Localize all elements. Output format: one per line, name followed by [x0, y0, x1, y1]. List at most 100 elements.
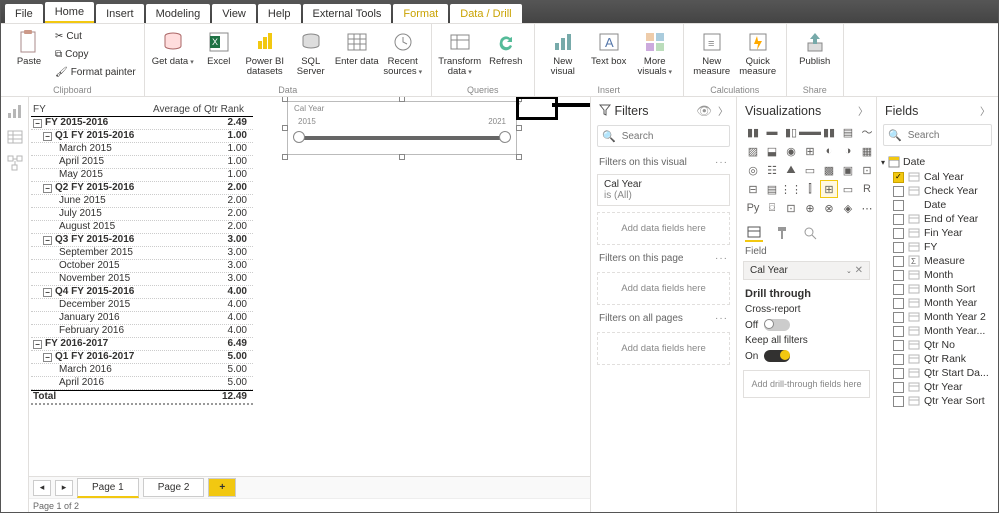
- more-visuals-button[interactable]: More visuals▾: [633, 26, 677, 78]
- matrix-row[interactable]: −FY 2016-20176.49: [31, 338, 253, 351]
- viz-type-icon[interactable]: ▤: [840, 124, 856, 140]
- field-checkbox[interactable]: [893, 382, 904, 393]
- menu-file[interactable]: File: [5, 4, 43, 23]
- page-tab-2[interactable]: Page 2: [143, 478, 205, 497]
- report-view-icon[interactable]: [7, 103, 23, 119]
- enter-data-button[interactable]: Enter data: [335, 26, 379, 67]
- matrix-row[interactable]: July 20152.00: [31, 208, 253, 221]
- paste-button[interactable]: Paste: [7, 26, 51, 67]
- matrix-visual[interactable]: FYAverage of Qtr Rank −FY 2015-20162.49−…: [31, 103, 253, 405]
- field-item[interactable]: Qtr Year: [881, 380, 994, 394]
- new-visual-button[interactable]: New visual: [541, 26, 585, 77]
- eye-icon[interactable]: 👁: [696, 104, 712, 118]
- viz-type-icon[interactable]: ▭: [840, 181, 856, 197]
- viz-type-icon[interactable]: ⋯: [859, 200, 875, 216]
- matrix-row[interactable]: November 20153.00: [31, 273, 253, 286]
- viz-type-icon[interactable]: ⬓: [764, 143, 780, 159]
- field-checkbox[interactable]: [893, 270, 904, 281]
- field-item[interactable]: Month Sort: [881, 282, 994, 296]
- viz-type-icon[interactable]: ⌼: [764, 200, 780, 216]
- field-checkbox[interactable]: [893, 284, 904, 295]
- more-icon[interactable]: ···: [715, 313, 728, 324]
- refresh-button[interactable]: Refresh: [484, 26, 528, 67]
- menu-external-tools[interactable]: External Tools: [303, 4, 392, 23]
- viz-type-icon[interactable]: R: [859, 181, 875, 197]
- drill-through-drop[interactable]: Add drill-through fields here: [743, 370, 870, 398]
- viz-type-icon[interactable]: ⊞: [821, 181, 837, 197]
- viz-type-icon[interactable]: Py: [745, 200, 761, 216]
- slicer-thumb-max[interactable]: [499, 131, 511, 143]
- matrix-row[interactable]: −Q3 FY 2015-20163.00: [31, 234, 253, 247]
- field-checkbox[interactable]: [893, 396, 904, 407]
- field-checkbox[interactable]: [893, 186, 904, 197]
- matrix-row[interactable]: April 20151.00: [31, 156, 253, 169]
- recent-sources-button[interactable]: Recent sources▾: [381, 26, 425, 78]
- fields-tab-icon[interactable]: [745, 224, 763, 242]
- quick-measure-button[interactable]: Quick measure: [736, 26, 780, 77]
- matrix-row[interactable]: April 20165.00: [31, 377, 253, 390]
- expand-icon[interactable]: −: [43, 132, 52, 141]
- field-well-item[interactable]: Cal Year⌄ ✕: [743, 261, 870, 280]
- viz-type-icon[interactable]: ⊗: [821, 200, 837, 216]
- cross-report-toggle[interactable]: [764, 319, 790, 331]
- filter-search[interactable]: 🔍: [597, 125, 730, 147]
- field-item[interactable]: ΣMeasure: [881, 254, 994, 268]
- page-tab-1[interactable]: Page 1: [77, 478, 139, 498]
- keep-filters-toggle[interactable]: [764, 350, 790, 362]
- field-item[interactable]: End of Year: [881, 212, 994, 226]
- matrix-row[interactable]: August 20152.00: [31, 221, 253, 234]
- field-checkbox[interactable]: [893, 354, 904, 365]
- viz-type-icon[interactable]: ▮▮: [821, 124, 837, 140]
- viz-type-icon[interactable]: ⋮⋮: [783, 181, 799, 197]
- viz-type-icon[interactable]: ◉: [783, 143, 799, 159]
- viz-type-icon[interactable]: ▮▯: [783, 124, 799, 140]
- field-checkbox[interactable]: [893, 172, 904, 183]
- matrix-row[interactable]: March 20165.00: [31, 364, 253, 377]
- field-checkbox[interactable]: [893, 340, 904, 351]
- new-measure-button[interactable]: ≡New measure: [690, 26, 734, 77]
- page-prev[interactable]: ◂: [33, 480, 51, 496]
- get-data-button[interactable]: Get data▾: [151, 26, 195, 68]
- viz-type-icon[interactable]: 〜: [859, 124, 875, 140]
- slicer-visual[interactable]: ··· Cal Year 20152021: [287, 101, 517, 155]
- format-tab-icon[interactable]: [773, 224, 791, 242]
- field-checkbox[interactable]: [893, 298, 904, 309]
- viz-type-icon[interactable]: ◑: [840, 143, 856, 159]
- matrix-row[interactable]: May 20151.00: [31, 169, 253, 182]
- field-checkbox[interactable]: [893, 242, 904, 253]
- pbi-datasets-button[interactable]: Power BI datasets: [243, 26, 287, 77]
- viz-type-icon[interactable]: ▬▬: [802, 124, 818, 140]
- menu-home[interactable]: Home: [45, 2, 94, 23]
- viz-type-icon[interactable]: ▩: [821, 162, 837, 178]
- matrix-row[interactable]: September 20153.00: [31, 247, 253, 260]
- cut-button[interactable]: ✂Cut: [55, 28, 136, 44]
- field-item[interactable]: Cal Year: [881, 170, 994, 184]
- field-item[interactable]: Qtr Start Da...: [881, 366, 994, 380]
- viz-type-icon[interactable]: ▨: [745, 143, 761, 159]
- more-icon[interactable]: ···: [715, 157, 728, 168]
- viz-type-icon[interactable]: ⊟: [745, 181, 761, 197]
- field-item[interactable]: Qtr No: [881, 338, 994, 352]
- field-checkbox[interactable]: [893, 256, 904, 267]
- matrix-row[interactable]: −Q1 FY 2015-20161.00: [31, 130, 253, 143]
- matrix-row[interactable]: −Q2 FY 2015-20162.00: [31, 182, 253, 195]
- viz-type-icon[interactable]: ⊞: [802, 143, 818, 159]
- menu-data-drill[interactable]: Data / Drill: [450, 4, 521, 23]
- viz-type-icon[interactable]: ◐: [821, 143, 837, 159]
- matrix-row[interactable]: −Q1 FY 2016-20175.00: [31, 351, 253, 364]
- field-item[interactable]: Month: [881, 268, 994, 282]
- viz-type-icon[interactable]: ▤: [764, 181, 780, 197]
- field-item[interactable]: Qtr Rank: [881, 352, 994, 366]
- copy-button[interactable]: ⧉Copy: [55, 46, 136, 62]
- field-checkbox[interactable]: [893, 214, 904, 225]
- viz-type-icon[interactable]: ⫿: [802, 181, 818, 197]
- collapse-icon[interactable]: 〉: [718, 107, 728, 118]
- matrix-row[interactable]: January 20164.00: [31, 312, 253, 325]
- field-item[interactable]: Check Year: [881, 184, 994, 198]
- chevron-down-icon[interactable]: ⌄: [846, 268, 852, 275]
- menu-help[interactable]: Help: [258, 4, 301, 23]
- field-item[interactable]: Month Year 2: [881, 310, 994, 324]
- viz-type-icon[interactable]: ⊡: [859, 162, 875, 178]
- field-item[interactable]: Date: [881, 198, 994, 212]
- filter-drop-visual[interactable]: Add data fields here: [597, 212, 730, 245]
